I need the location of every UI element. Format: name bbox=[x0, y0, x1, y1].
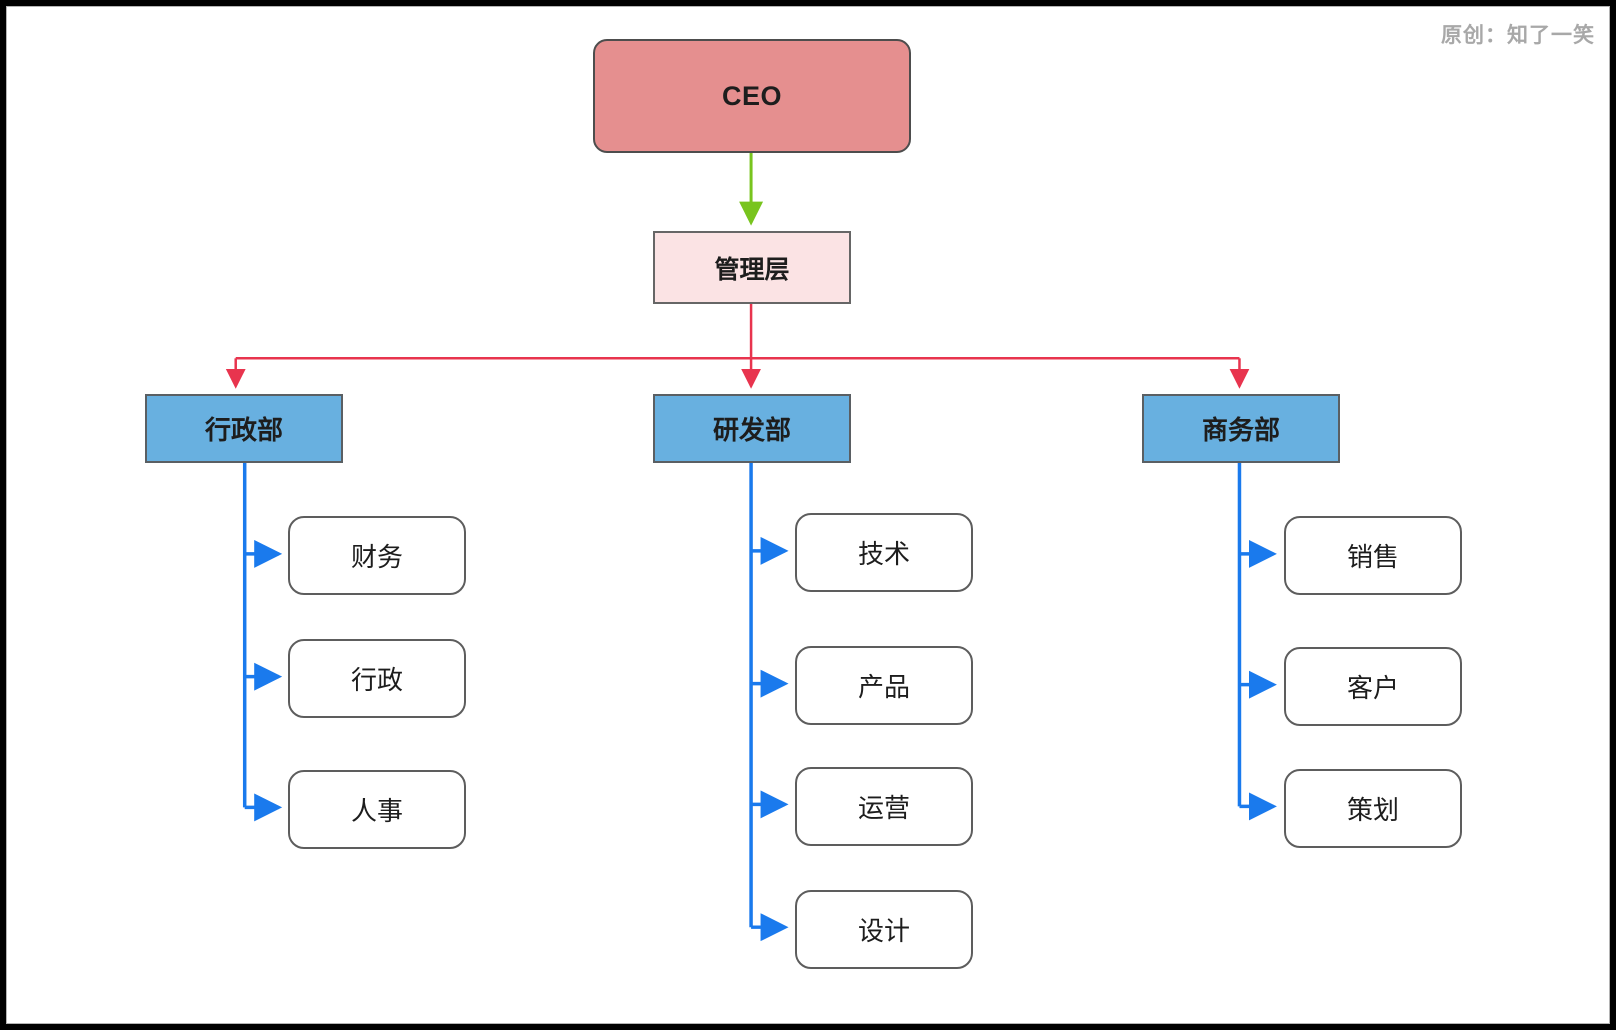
node-department-admin[interactable]: 行政部 bbox=[145, 394, 343, 463]
node-leaf-customer[interactable]: 客户 bbox=[1284, 647, 1462, 726]
node-leaf-operations[interactable]: 运营 bbox=[795, 767, 973, 846]
node-leaf-finance[interactable]: 财务 bbox=[288, 516, 466, 595]
node-department-rnd[interactable]: 研发部 bbox=[653, 394, 851, 463]
node-management[interactable]: 管理层 bbox=[653, 231, 851, 304]
node-leaf-tech[interactable]: 技术 bbox=[795, 513, 973, 592]
node-leaf-planning[interactable]: 策划 bbox=[1284, 769, 1462, 848]
node-leaf-hr[interactable]: 人事 bbox=[288, 770, 466, 849]
node-leaf-design[interactable]: 设计 bbox=[795, 890, 973, 969]
node-leaf-sales[interactable]: 销售 bbox=[1284, 516, 1462, 595]
node-leaf-product[interactable]: 产品 bbox=[795, 646, 973, 725]
node-department-biz[interactable]: 商务部 bbox=[1142, 394, 1340, 463]
diagram-canvas: 原创：知了一笑 CEO 管理层 行政部 研发部 商务部 财务 行政 人事 技术 … bbox=[6, 6, 1610, 1024]
node-leaf-administration[interactable]: 行政 bbox=[288, 639, 466, 718]
watermark-label: 原创：知了一笑 bbox=[1441, 24, 1595, 47]
diagram-frame: 原创：知了一笑 CEO 管理层 行政部 研发部 商务部 财务 行政 人事 技术 … bbox=[0, 0, 1616, 1030]
node-ceo[interactable]: CEO bbox=[593, 39, 911, 153]
